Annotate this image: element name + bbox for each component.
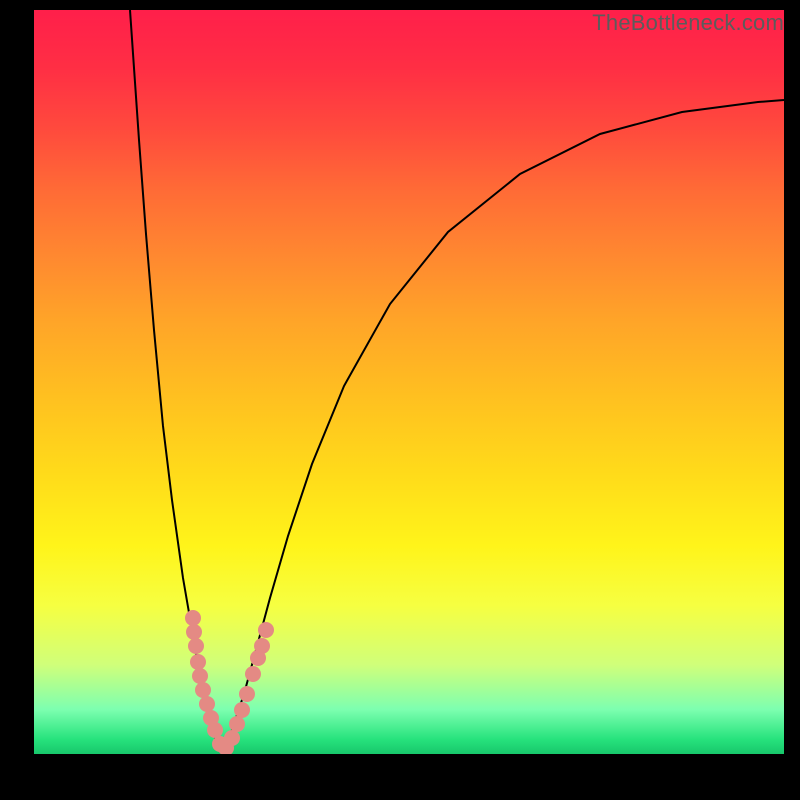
data-marker	[185, 610, 201, 626]
data-marker	[239, 686, 255, 702]
data-marker	[254, 638, 270, 654]
data-marker	[195, 682, 211, 698]
data-marker	[188, 638, 204, 654]
data-marker	[224, 730, 240, 746]
data-marker	[229, 716, 245, 732]
data-marker	[199, 696, 215, 712]
data-marker	[186, 624, 202, 640]
chart-frame: TheBottleneck.com	[0, 0, 800, 800]
curve-left	[130, 10, 221, 750]
data-marker	[192, 668, 208, 684]
data-marker	[190, 654, 206, 670]
data-marker	[258, 622, 274, 638]
curve-right	[221, 100, 784, 750]
marker-group	[185, 610, 274, 754]
data-marker	[207, 722, 223, 738]
chart-svg	[34, 10, 784, 754]
data-marker	[245, 666, 261, 682]
data-marker	[234, 702, 250, 718]
